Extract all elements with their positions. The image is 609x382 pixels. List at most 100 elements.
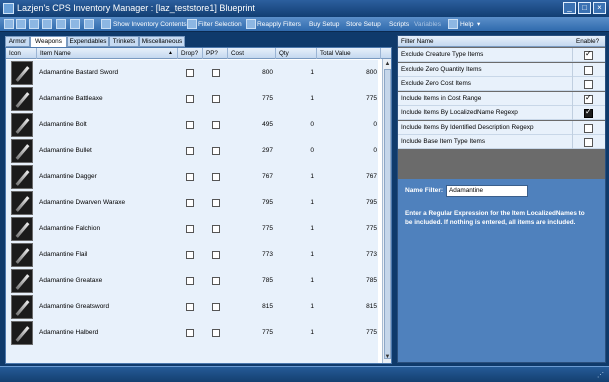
save-icon[interactable] [29, 19, 39, 29]
tab-armor[interactable]: Armor [5, 36, 30, 47]
show-inventory-contents-button[interactable]: Show Inventory Contents [113, 18, 187, 31]
table-row[interactable] [6, 346, 378, 363]
total-value-cell: 775 [366, 95, 377, 102]
drop-checkbox[interactable] [186, 251, 194, 259]
filter-row[interactable]: Exclude Zero Quantity Items [398, 62, 605, 77]
drop-checkbox[interactable] [186, 147, 194, 155]
table-row[interactable]: Adamantine Bolt 495 0 0 [6, 112, 378, 138]
table-row[interactable]: Adamantine Greataxe 785 1 785 [6, 268, 378, 294]
scroll-down-icon[interactable]: ▼ [384, 353, 391, 361]
table-row[interactable]: Adamantine Greatsword 815 1 815 [6, 294, 378, 320]
table-row[interactable]: Adamantine Halberd 775 1 775 [6, 320, 378, 346]
filter-row[interactable]: Exclude Creature Type Items [398, 48, 605, 62]
column-cost[interactable]: Cost [228, 48, 276, 59]
tab-expendables[interactable]: Expendables [67, 36, 109, 47]
item-name-cell: Adamantine Bolt [39, 121, 87, 128]
cost-cell: 800 [262, 69, 273, 76]
pp-checkbox[interactable] [212, 69, 220, 77]
pp-checkbox[interactable] [212, 251, 220, 259]
table-row[interactable]: Adamantine Falchion 775 1 775 [6, 216, 378, 242]
column-icon[interactable]: Icon [6, 48, 37, 59]
drop-checkbox[interactable] [186, 277, 194, 285]
title-bar: Lazjen's CPS Inventory Manager : [laz_te… [0, 0, 609, 17]
column-drop[interactable]: Drop? [178, 48, 203, 59]
table-row[interactable]: Adamantine Flail 773 1 773 [6, 242, 378, 268]
weapon-icon [11, 191, 33, 215]
print-icon[interactable] [42, 19, 52, 29]
column-divider [572, 48, 573, 62]
paste-icon[interactable] [84, 19, 94, 29]
pp-checkbox[interactable] [212, 121, 220, 129]
table-row[interactable]: Adamantine Bastard Sword 800 1 800 [6, 60, 378, 86]
close-button[interactable]: × [593, 2, 606, 14]
column-item-name[interactable]: Item Name [37, 48, 178, 59]
maximize-button[interactable]: □ [578, 2, 591, 14]
table-row[interactable]: Adamantine Battleaxe 775 1 775 [6, 86, 378, 112]
enable-checkbox[interactable] [584, 80, 593, 89]
column-total-value[interactable]: Total Value [317, 48, 381, 59]
new-icon[interactable] [4, 19, 14, 29]
filter-row[interactable]: Include Base Item Type Items [398, 135, 605, 149]
enable-checkbox[interactable] [584, 49, 593, 60]
enable-checkbox[interactable] [584, 107, 593, 118]
filter-row[interactable]: Exclude Zero Cost Items [398, 77, 605, 91]
filter-row[interactable]: Include Items By LocalizedName Regexp [398, 106, 605, 120]
weapon-icon [11, 217, 33, 241]
open-icon[interactable] [16, 19, 26, 29]
drop-checkbox[interactable] [186, 303, 194, 311]
table-row[interactable]: Adamantine Dagger 767 1 767 [6, 164, 378, 190]
drop-checkbox[interactable] [186, 95, 194, 103]
chevron-down-icon[interactable]: ▾ [477, 18, 480, 31]
total-value-cell [317, 346, 377, 363]
copy-icon[interactable] [70, 19, 80, 29]
cost-cell: 495 [262, 121, 273, 128]
enable-checkbox[interactable] [584, 123, 593, 133]
pp-checkbox[interactable] [212, 225, 220, 233]
pp-checkbox[interactable] [212, 199, 220, 207]
grid-scrollbar[interactable]: ▲ ▼ [382, 59, 391, 363]
enable-checkbox[interactable] [584, 65, 593, 75]
minimize-button[interactable]: _ [563, 2, 576, 14]
refresh-icon[interactable] [56, 19, 66, 29]
drop-checkbox[interactable] [186, 329, 194, 337]
pp-checkbox[interactable] [212, 147, 220, 155]
table-row[interactable]: Adamantine Bullet 297 0 0 [6, 138, 378, 164]
reapply-filters-button[interactable]: Reapply Filters [257, 18, 301, 31]
cost-cell: 297 [262, 147, 273, 154]
pp-checkbox[interactable] [212, 277, 220, 285]
pp-checkbox[interactable] [212, 173, 220, 181]
drop-checkbox[interactable] [186, 199, 194, 207]
scripts-button[interactable]: Scripts [389, 18, 409, 31]
filter-row[interactable]: Include Items By Identified Description … [398, 120, 605, 135]
tab-trinkets[interactable]: Trinkets [109, 36, 139, 47]
enable-checkbox[interactable] [584, 138, 593, 147]
help-menu[interactable]: Help [460, 18, 474, 31]
column-qty[interactable]: Qty [276, 48, 317, 59]
column-enable[interactable]: Enable? [573, 36, 605, 47]
drop-checkbox[interactable] [186, 225, 194, 233]
total-value-cell: 775 [366, 329, 377, 336]
name-filter-input[interactable]: Adamantine [446, 185, 528, 197]
resize-grip-icon[interactable]: ⋰ [597, 371, 607, 381]
column-filter-name[interactable]: Filter Name [398, 36, 572, 47]
scrollbar-thumb[interactable] [384, 69, 391, 359]
column-pp[interactable]: PP? [203, 48, 228, 59]
drop-checkbox[interactable] [186, 121, 194, 129]
filter-selection-button[interactable]: Filter Selection [198, 18, 242, 31]
filter-row[interactable]: Include Items in Cost Range [398, 91, 605, 106]
drop-checkbox[interactable] [186, 69, 194, 77]
tab-miscellaneous[interactable]: Miscellaneous [139, 36, 185, 47]
pp-checkbox[interactable] [212, 329, 220, 337]
pp-checkbox[interactable] [212, 95, 220, 103]
enable-checkbox[interactable] [584, 93, 593, 104]
item-name-cell: Adamantine Greatsword [39, 303, 110, 310]
name-filter-label: Name Filter: [405, 187, 444, 194]
variables-button[interactable]: Variables [414, 18, 441, 31]
pp-checkbox[interactable] [212, 303, 220, 311]
drop-checkbox[interactable] [186, 173, 194, 181]
buy-setup-button[interactable]: Buy Setup [309, 18, 339, 31]
qty-cell: 1 [310, 329, 314, 336]
scroll-up-icon[interactable]: ▲ [384, 60, 391, 68]
store-setup-button[interactable]: Store Setup [346, 18, 381, 31]
table-row[interactable]: Adamantine Dwarven Waraxe 795 1 795 [6, 190, 378, 216]
